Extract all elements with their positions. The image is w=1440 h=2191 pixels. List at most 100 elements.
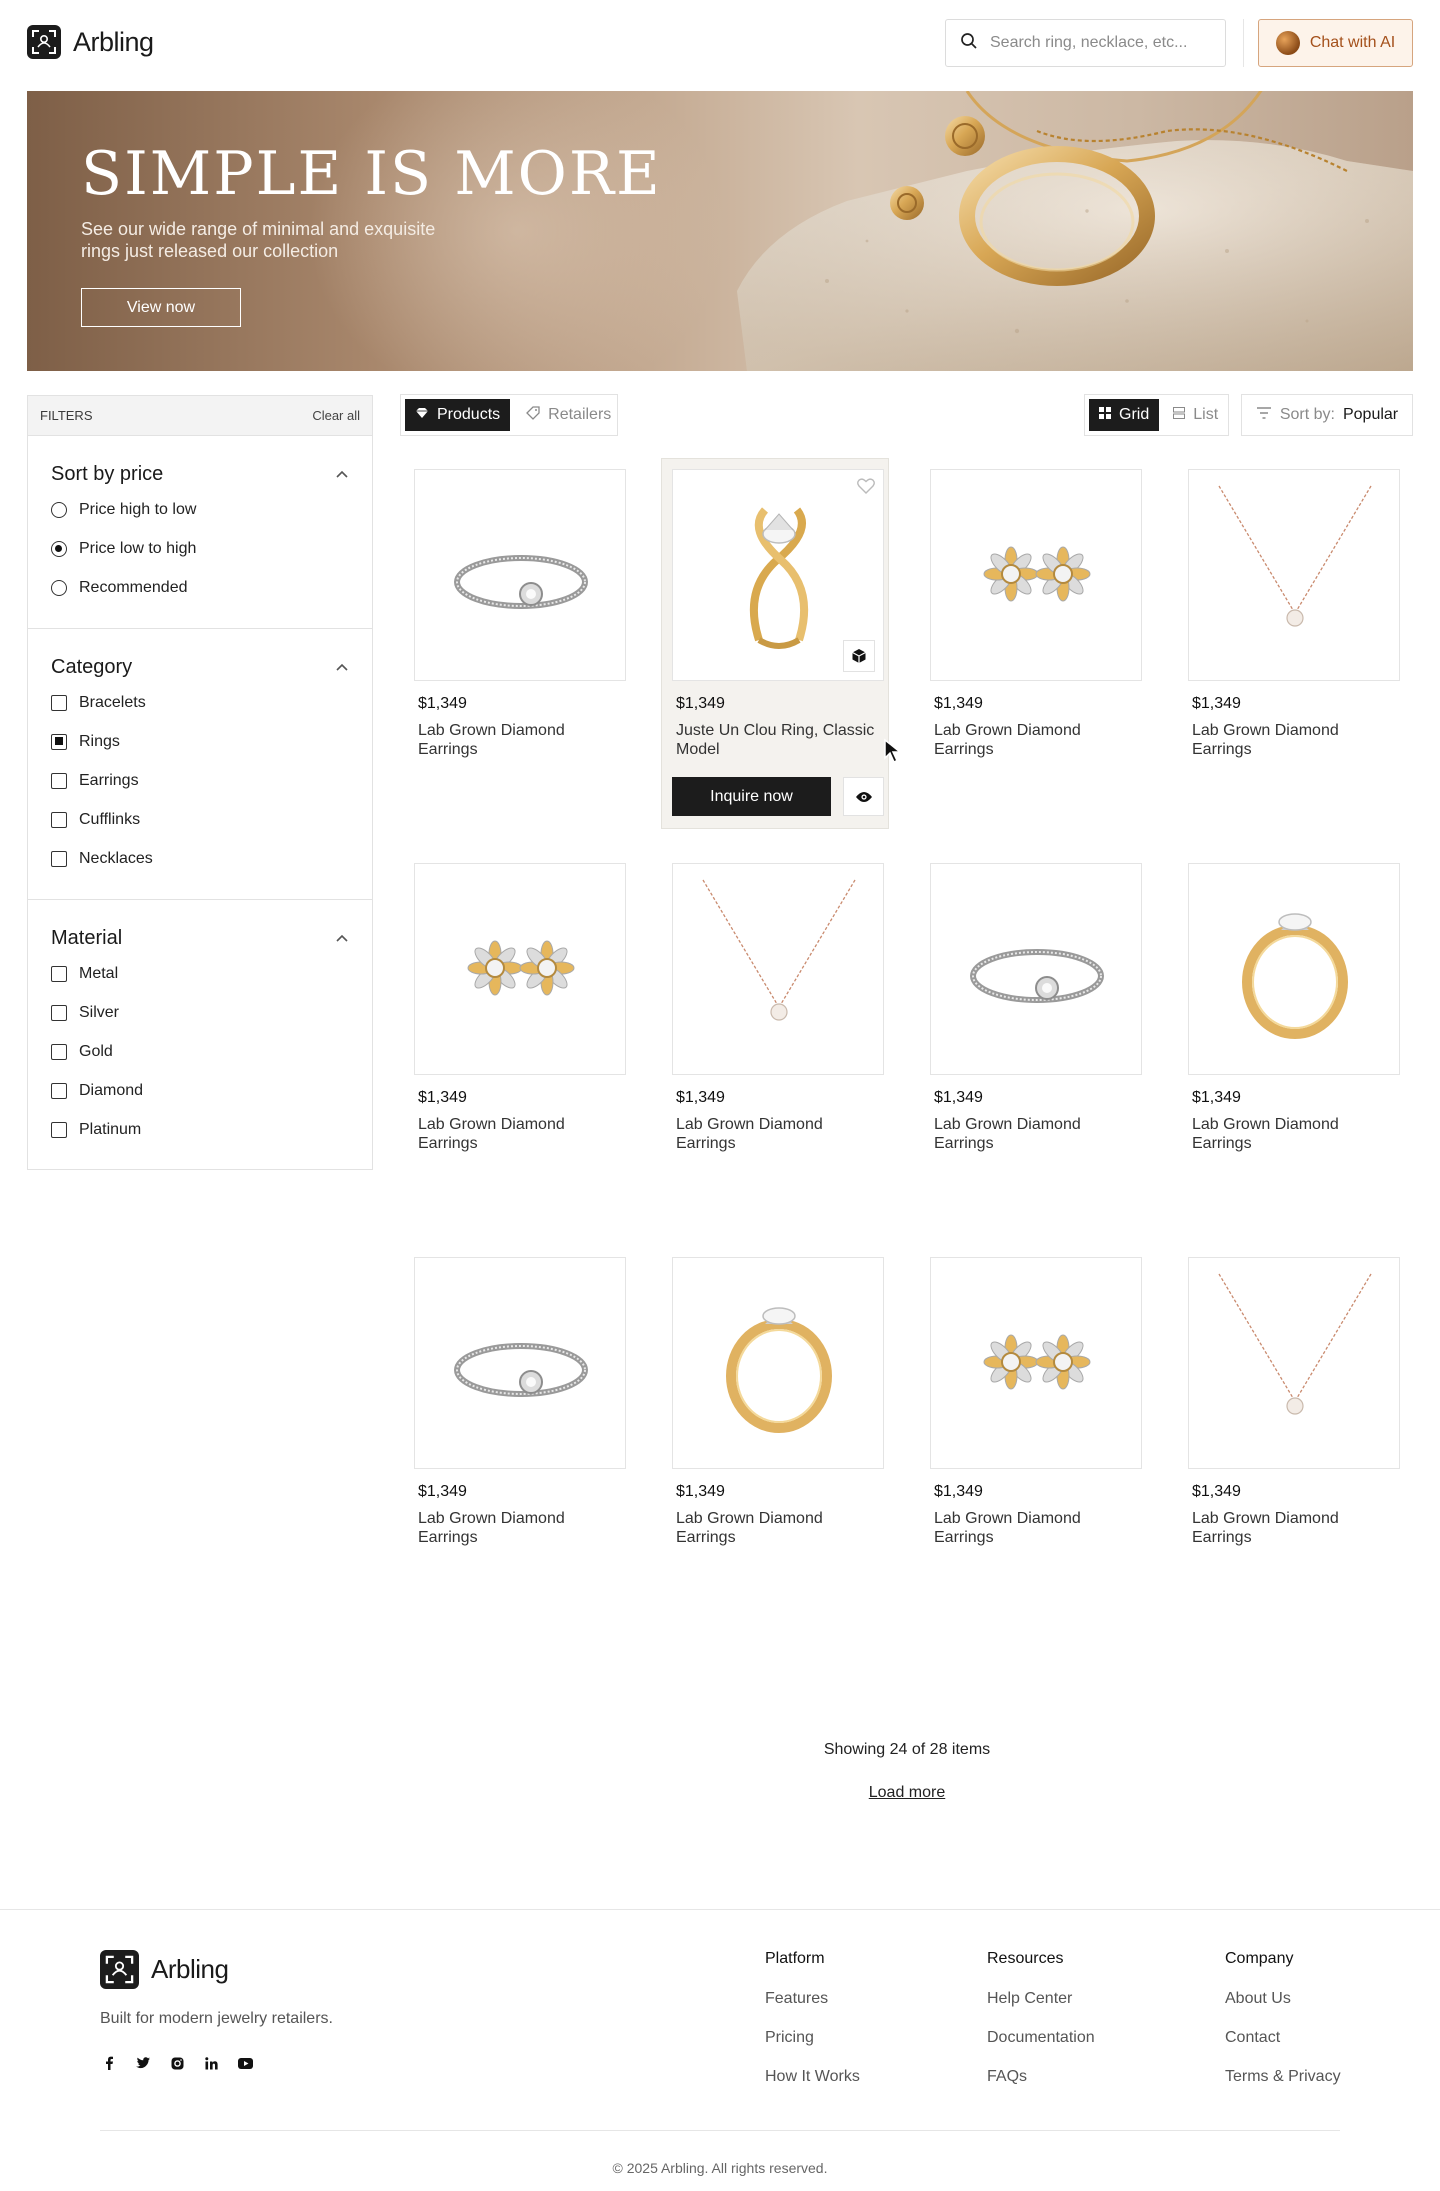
- product-name[interactable]: Lab Grown Diamond Earrings: [934, 1509, 1134, 1547]
- product-image[interactable]: [672, 1257, 884, 1469]
- linkedin-icon[interactable]: [202, 2054, 220, 2072]
- checkbox-cufflinks[interactable]: Cufflinks: [51, 800, 349, 839]
- footer-link-pricing[interactable]: Pricing: [765, 2029, 860, 2068]
- brand-name: Arbling: [73, 26, 154, 57]
- eye-icon[interactable]: [843, 777, 884, 816]
- product-name[interactable]: Lab Grown Diamond Earrings: [418, 721, 618, 759]
- twitter-icon[interactable]: [134, 2054, 152, 2072]
- radio-button[interactable]: [51, 540, 67, 557]
- product-price: $1,349: [676, 695, 725, 712]
- checkbox[interactable]: [51, 772, 67, 789]
- footer-link-about-us[interactable]: About Us: [1225, 1990, 1341, 2029]
- checkbox[interactable]: [51, 733, 67, 750]
- checkbox-gold[interactable]: Gold: [51, 1032, 349, 1071]
- inquire-now-button[interactable]: Inquire now: [672, 777, 831, 816]
- product-price: $1,349: [418, 1089, 467, 1106]
- product-name[interactable]: Lab Grown Diamond Earrings: [418, 1115, 618, 1153]
- checkbox[interactable]: [51, 694, 67, 711]
- view-now-button[interactable]: View now: [81, 288, 241, 327]
- checkbox[interactable]: [51, 1004, 67, 1021]
- checkbox-silver[interactable]: Silver: [51, 993, 349, 1032]
- product-image[interactable]: [930, 469, 1142, 681]
- checkbox-metal[interactable]: Metal: [51, 954, 349, 993]
- tab-label: Retailers: [548, 406, 612, 423]
- product-name[interactable]: Lab Grown Diamond Earrings: [1192, 721, 1392, 759]
- chat-with-ai-button[interactable]: Chat with AI: [1258, 19, 1413, 67]
- sort-dropdown[interactable]: Sort by: Popular: [1241, 394, 1413, 436]
- product-name[interactable]: Lab Grown Diamond Earrings: [934, 1115, 1134, 1153]
- list-view-button[interactable]: List: [1163, 399, 1228, 431]
- checkbox-earrings[interactable]: Earrings: [51, 761, 349, 800]
- search-box[interactable]: [945, 19, 1226, 67]
- radio-button[interactable]: [51, 579, 67, 596]
- product-name[interactable]: Lab Grown Diamond Earrings: [1192, 1115, 1392, 1153]
- product-image[interactable]: [672, 469, 884, 681]
- footer-logo[interactable]: Arbling: [100, 1950, 229, 1989]
- checkbox-diamond[interactable]: Diamond: [51, 1071, 349, 1110]
- option-label: Price low to high: [79, 539, 197, 557]
- footer-link-faqs[interactable]: FAQs: [987, 2068, 1095, 2107]
- product-name[interactable]: Lab Grown Diamond Earrings: [676, 1115, 876, 1153]
- product-image[interactable]: [930, 1257, 1142, 1469]
- checkbox-necklaces[interactable]: Necklaces: [51, 839, 349, 878]
- radio-price-low-high[interactable]: Price low to high: [51, 529, 349, 568]
- product-image[interactable]: [1188, 1257, 1400, 1469]
- footer-column-resources: Resources Help Center Documentation FAQs: [987, 1950, 1095, 2107]
- checkbox-rings[interactable]: Rings: [51, 722, 349, 761]
- product-image[interactable]: [1188, 863, 1400, 1075]
- chat-button-label: Chat with AI: [1309, 34, 1396, 51]
- footer-link-how-it-works[interactable]: How It Works: [765, 2068, 860, 2107]
- category-section: Category Bracelets Rings Earrings Cuffli…: [28, 629, 372, 900]
- footer-link-features[interactable]: Features: [765, 1990, 860, 2029]
- youtube-icon[interactable]: [236, 2054, 254, 2072]
- product-name[interactable]: Juste Un Clou Ring, Classic Model: [676, 721, 876, 759]
- brand-logo[interactable]: Arbling: [27, 25, 154, 59]
- header-divider: [1243, 19, 1244, 67]
- product-name[interactable]: Lab Grown Diamond Earrings: [676, 1509, 876, 1547]
- footer-link-terms-privacy[interactable]: Terms & Privacy: [1225, 2068, 1341, 2107]
- checkbox-bracelets[interactable]: Bracelets: [51, 683, 349, 722]
- checkbox[interactable]: [51, 1082, 67, 1099]
- product-name[interactable]: Lab Grown Diamond Earrings: [934, 721, 1134, 759]
- footer-link-contact[interactable]: Contact: [1225, 2029, 1341, 2068]
- product-image[interactable]: [414, 1257, 626, 1469]
- tag-icon: [526, 405, 540, 425]
- checkbox[interactable]: [51, 850, 67, 867]
- sort-by-price-section: Sort by price Price high to low Price lo…: [28, 436, 372, 629]
- footer-link-help-center[interactable]: Help Center: [987, 1990, 1095, 2029]
- heart-icon[interactable]: [857, 478, 875, 499]
- radio-recommended[interactable]: Recommended: [51, 568, 349, 607]
- radio-button[interactable]: [51, 501, 67, 518]
- product-image[interactable]: [414, 863, 626, 1075]
- checkbox[interactable]: [51, 965, 67, 982]
- search-input[interactable]: [990, 34, 1200, 52]
- view-toggle: Grid List: [1084, 394, 1229, 436]
- product-card[interactable]: $1,349 Juste Un Clou Ring, Classic Model I…: [661, 458, 889, 829]
- load-more-button[interactable]: Load more: [700, 1784, 1114, 1802]
- instagram-icon[interactable]: [168, 2054, 186, 2072]
- product-image[interactable]: [1188, 469, 1400, 681]
- cube-3d-icon[interactable]: [843, 640, 875, 672]
- facebook-icon[interactable]: [100, 2054, 118, 2072]
- option-label: Metal: [79, 964, 119, 982]
- checkbox[interactable]: [51, 1043, 67, 1060]
- product-name[interactable]: Lab Grown Diamond Earrings: [1192, 1509, 1392, 1547]
- checkbox[interactable]: [51, 811, 67, 828]
- clear-all-link[interactable]: Clear all: [312, 408, 360, 423]
- option-label: Silver: [79, 1003, 120, 1021]
- product-image[interactable]: [930, 863, 1142, 1075]
- view-label: Grid: [1119, 406, 1150, 423]
- tab-products[interactable]: Products: [405, 399, 511, 431]
- checkbox-platinum[interactable]: Platinum: [51, 1110, 349, 1149]
- chevron-up-icon: [335, 656, 349, 679]
- product-image[interactable]: [672, 863, 884, 1075]
- footer-column-company: Company About Us Contact Terms & Privacy: [1225, 1950, 1341, 2107]
- tab-retailers[interactable]: Retailers: [516, 399, 621, 431]
- radio-price-high-low[interactable]: Price high to low: [51, 490, 349, 529]
- filters-heading: FILTERS: [40, 408, 93, 423]
- product-name[interactable]: Lab Grown Diamond Earrings: [418, 1509, 618, 1547]
- checkbox[interactable]: [51, 1121, 67, 1138]
- footer-link-documentation[interactable]: Documentation: [987, 2029, 1095, 2068]
- product-image[interactable]: [414, 469, 626, 681]
- grid-view-button[interactable]: Grid: [1089, 399, 1160, 431]
